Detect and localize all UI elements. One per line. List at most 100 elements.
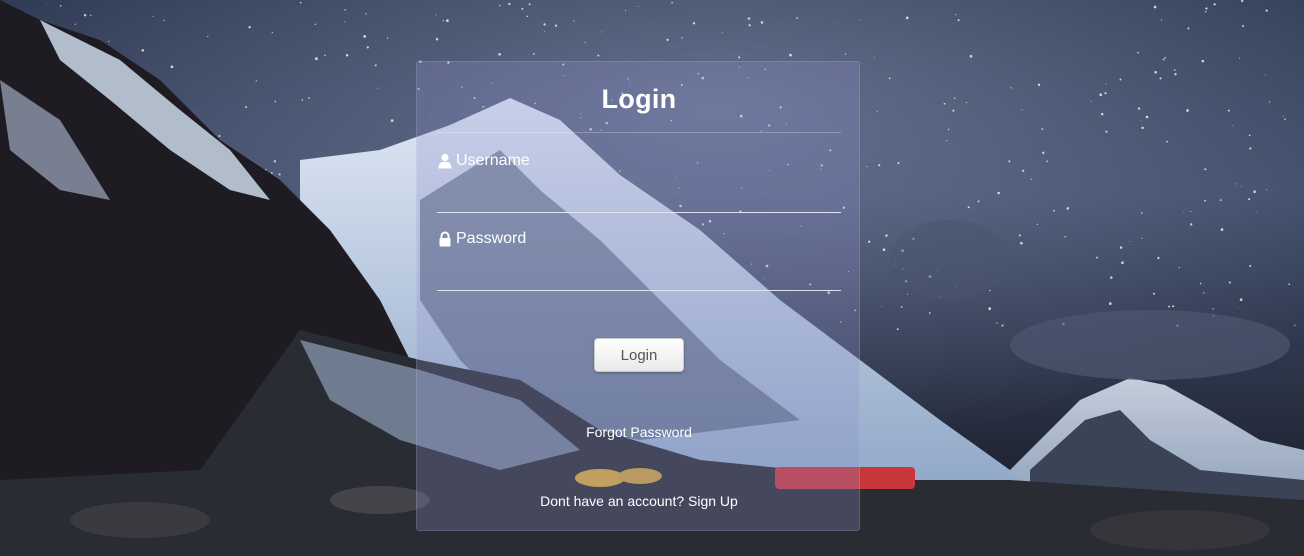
star: [1162, 58, 1165, 61]
star: [248, 25, 251, 29]
star: [1110, 276, 1113, 279]
star: [1183, 210, 1185, 212]
star: [1205, 10, 1207, 13]
star: [1119, 246, 1123, 249]
star: [1249, 147, 1252, 150]
star: [1046, 160, 1048, 162]
star: [601, 31, 603, 33]
star: [499, 4, 501, 7]
password-input[interactable]: [437, 264, 841, 291]
star: [1213, 3, 1216, 6]
star: [866, 166, 868, 168]
star: [882, 248, 886, 251]
star: [1122, 261, 1124, 264]
star: [1129, 240, 1131, 242]
star: [952, 109, 955, 112]
star: [969, 54, 973, 58]
star: [390, 119, 394, 122]
star: [508, 2, 511, 6]
star: [245, 106, 248, 109]
star: [363, 35, 367, 38]
star: [947, 128, 950, 131]
star: [315, 57, 318, 61]
star: [314, 23, 317, 25]
star: [435, 38, 439, 41]
star: [996, 322, 998, 324]
star: [946, 140, 948, 142]
star: [681, 37, 683, 39]
star: [193, 111, 195, 113]
star: [876, 110, 878, 112]
star: [1018, 234, 1021, 237]
star: [1268, 101, 1271, 103]
star: [218, 134, 221, 138]
star: [721, 31, 723, 33]
username-label-text: Username: [456, 152, 530, 169]
star: [1157, 256, 1160, 260]
star: [1140, 212, 1143, 214]
star: [760, 21, 764, 24]
star: [1253, 190, 1256, 194]
star: [59, 5, 62, 7]
star: [1190, 223, 1193, 226]
star: [1256, 211, 1257, 212]
star: [1204, 199, 1206, 202]
star: [1236, 183, 1238, 185]
star: [881, 306, 883, 307]
star: [543, 23, 546, 26]
star: [1186, 109, 1189, 112]
star: [141, 49, 145, 52]
star: [1141, 126, 1144, 130]
star: [1141, 237, 1143, 239]
star: [442, 20, 444, 22]
star: [1021, 109, 1023, 111]
star: [1201, 59, 1205, 63]
star: [526, 15, 529, 18]
star: [1220, 228, 1224, 231]
star: [1266, 189, 1268, 191]
star: [1153, 292, 1155, 295]
star: [1237, 306, 1239, 308]
star: [1064, 235, 1066, 238]
star: [533, 53, 535, 55]
password-label-text: Password: [456, 230, 527, 247]
star: [1001, 324, 1004, 327]
star: [1178, 266, 1180, 269]
star: [1159, 77, 1162, 80]
star: [1036, 223, 1039, 225]
star: [1010, 87, 1012, 89]
star: [446, 19, 449, 23]
star: [1264, 74, 1266, 76]
star: [584, 42, 586, 44]
star: [868, 240, 871, 243]
star: [152, 15, 154, 17]
star: [747, 17, 751, 20]
star: [1096, 256, 1099, 259]
username-input[interactable]: [437, 186, 841, 213]
star: [1066, 207, 1070, 210]
star: [265, 169, 267, 171]
star: [46, 3, 48, 5]
star: [1008, 160, 1011, 163]
star: [896, 328, 899, 331]
star: [108, 40, 110, 43]
star: [1174, 69, 1176, 71]
star: [1119, 78, 1122, 81]
star: [900, 306, 903, 308]
star: [671, 1, 673, 4]
star: [345, 53, 349, 57]
signup-link[interactable]: Dont have an account? Sign Up: [417, 493, 861, 509]
star: [1239, 298, 1243, 302]
star: [344, 21, 346, 23]
star: [957, 19, 960, 22]
login-button[interactable]: Login: [594, 338, 684, 372]
star: [834, 20, 835, 22]
star: [1165, 245, 1166, 247]
star: [170, 65, 174, 69]
star: [1284, 118, 1286, 120]
star: [74, 23, 76, 25]
star: [1294, 324, 1296, 326]
star: [1204, 168, 1207, 171]
forgot-password-link[interactable]: Forgot Password: [417, 424, 861, 440]
star: [1037, 83, 1041, 87]
